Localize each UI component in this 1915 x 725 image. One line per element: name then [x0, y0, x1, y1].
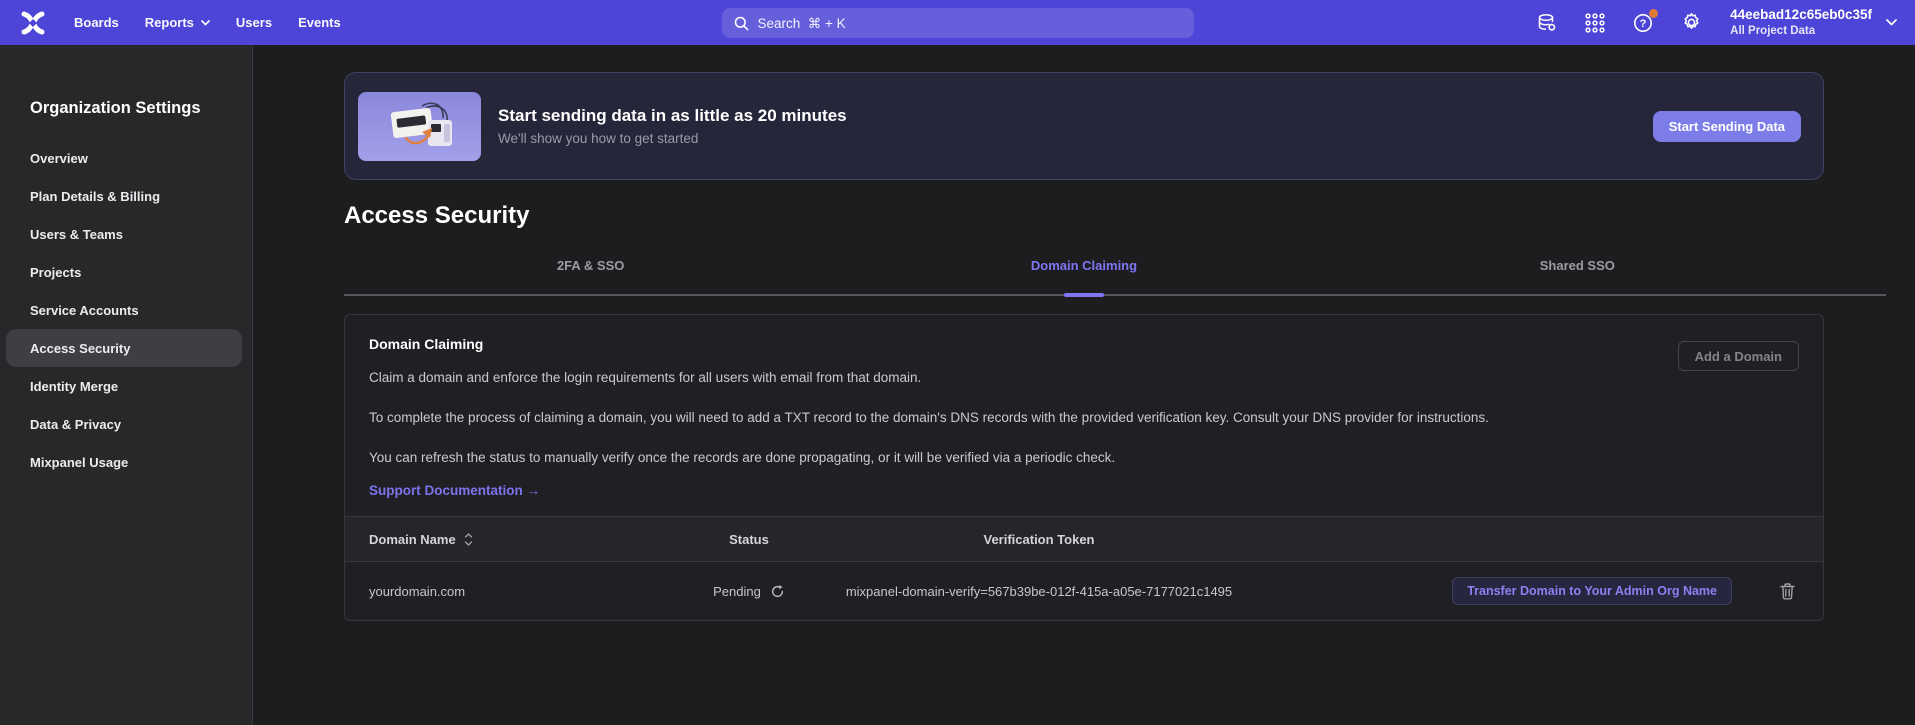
nav-right-cluster: ? 44eebad12c65eb0c35f All Project Data	[1534, 7, 1897, 38]
top-nav: Boards Reports Users Events	[0, 0, 1915, 45]
sidebar-item-users-teams[interactable]: Users & Teams	[0, 215, 252, 253]
project-selector[interactable]: 44eebad12c65eb0c35f All Project Data	[1730, 7, 1897, 38]
nav-item-reports-label: Reports	[145, 15, 194, 30]
sidebar-item-identity-merge[interactable]: Identity Merge	[0, 367, 252, 405]
mixpanel-logo[interactable]	[18, 8, 48, 38]
column-header-status: Status	[669, 532, 829, 547]
page-title: Access Security	[344, 202, 1824, 230]
tab-divider-line	[344, 294, 1886, 296]
tab-shared-sso[interactable]: Shared SSO	[1331, 244, 1824, 296]
status-text: Pending	[713, 584, 761, 599]
active-tab-indicator	[1064, 293, 1104, 297]
verification-token-cell: mixpanel-domain-verify=567b39be-012f-415…	[829, 584, 1249, 599]
sidebar-item-data-privacy[interactable]: Data & Privacy	[0, 405, 252, 443]
tab-2fa-sso[interactable]: 2FA & SSO	[344, 244, 837, 296]
sidebar-menu: Overview Plan Details & Billing Users & …	[0, 139, 252, 481]
nav-item-users[interactable]: Users	[236, 15, 272, 30]
nav-item-users-label: Users	[236, 15, 272, 30]
trash-icon	[1780, 583, 1795, 600]
settings-sidebar: Organization Settings Overview Plan Deta…	[0, 45, 253, 725]
card-description-3: You can refresh the status to manually v…	[369, 447, 1799, 468]
search-icon	[734, 16, 749, 31]
delete-domain-button[interactable]	[1778, 581, 1797, 602]
status-cell: Pending	[669, 584, 829, 599]
nav-item-reports[interactable]: Reports	[145, 15, 210, 30]
apps-grid-icon[interactable]	[1582, 10, 1608, 36]
nav-item-boards[interactable]: Boards	[74, 15, 119, 30]
project-id: 44eebad12c65eb0c35f	[1730, 7, 1872, 24]
domains-table-header: Domain Name Status Verification Token	[345, 516, 1823, 562]
banner-subtitle: We'll show you how to get started	[498, 131, 847, 146]
access-security-tabs: 2FA & SSO Domain Claiming Shared SSO	[344, 244, 1824, 296]
start-sending-data-button[interactable]: Start Sending Data	[1653, 111, 1801, 142]
tab-domain-claiming[interactable]: Domain Claiming	[837, 244, 1330, 296]
sidebar-item-plan-details-billing[interactable]: Plan Details & Billing	[0, 177, 252, 215]
sidebar-item-access-security[interactable]: Access Security	[6, 329, 242, 367]
onboarding-banner: Start sending data in as little as 20 mi…	[344, 72, 1824, 180]
nav-item-events[interactable]: Events	[298, 15, 341, 30]
chevron-down-icon	[1886, 19, 1897, 26]
card-description-2: To complete the process of claiming a do…	[369, 407, 1799, 428]
column-header-verification-token: Verification Token	[829, 532, 1249, 547]
sidebar-item-projects[interactable]: Projects	[0, 253, 252, 291]
banner-title: Start sending data in as little as 20 mi…	[498, 106, 847, 126]
refresh-icon[interactable]	[770, 584, 785, 599]
project-scope: All Project Data	[1730, 24, 1872, 38]
search-input[interactable]	[758, 16, 1182, 31]
sidebar-item-overview[interactable]: Overview	[0, 139, 252, 177]
data-management-icon[interactable]	[1534, 10, 1560, 36]
add-domain-button[interactable]: Add a Domain	[1678, 341, 1799, 371]
settings-gear-icon[interactable]	[1678, 10, 1704, 36]
card-title: Domain Claiming	[369, 336, 1799, 352]
chevron-down-icon	[201, 20, 210, 26]
main-content: Start sending data in as little as 20 mi…	[253, 45, 1915, 725]
primary-nav: Boards Reports Users Events	[74, 15, 341, 30]
notification-dot	[1649, 9, 1658, 18]
banner-illustration	[358, 92, 481, 161]
sidebar-title: Organization Settings	[0, 99, 252, 121]
sidebar-item-mixpanel-usage[interactable]: Mixpanel Usage	[0, 443, 252, 481]
card-description-1: Claim a domain and enforce the login req…	[369, 367, 1799, 388]
help-icon[interactable]: ?	[1630, 10, 1656, 36]
transfer-domain-button[interactable]: Transfer Domain to Your Admin Org Name	[1452, 577, 1732, 605]
support-documentation-link[interactable]: Support Documentation →	[369, 483, 540, 498]
nav-item-events-label: Events	[298, 15, 341, 30]
global-search[interactable]	[722, 8, 1194, 38]
nav-item-boards-label: Boards	[74, 15, 119, 30]
column-header-domain-name[interactable]: Domain Name	[369, 532, 669, 547]
domain-claiming-card: Domain Claiming Claim a domain and enfor…	[344, 314, 1824, 621]
domain-table-row: yourdomain.com Pending mixpanel-domain-v…	[345, 562, 1823, 620]
svg-text:?: ?	[1640, 18, 1647, 30]
sidebar-item-service-accounts[interactable]: Service Accounts	[0, 291, 252, 329]
domain-name-cell: yourdomain.com	[369, 584, 669, 599]
sort-icon	[464, 533, 473, 546]
